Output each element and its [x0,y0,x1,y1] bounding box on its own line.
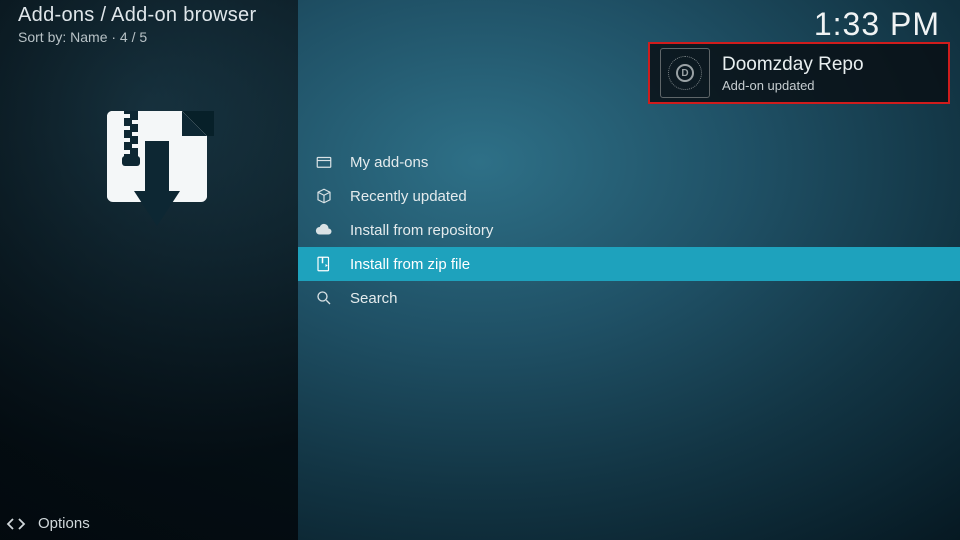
addon-menu: My add-ons Recently updated Install from… [298,145,960,315]
menu-item-label: Search [350,290,398,307]
options-button[interactable]: Options [6,515,90,532]
menu-item-label: My add-ons [350,154,428,171]
box-icon [312,152,336,172]
cloud-icon [312,220,336,240]
menu-item-label: Install from repository [350,222,493,239]
menu-item-my-addons[interactable]: My add-ons [298,145,960,179]
menu-item-recently-updated[interactable]: Recently updated [298,179,960,213]
sort-info: Sort by: Name · 4 / 5 [18,29,256,45]
notification-toast: D Doomzday Repo Add-on updated [648,42,950,104]
zip-icon [312,254,336,274]
menu-item-label: Install from zip file [350,256,470,273]
install-zip-hero-icon [82,106,217,236]
menu-item-label: Recently updated [350,188,467,205]
search-icon [312,288,336,308]
options-label: Options [38,515,90,532]
notification-icon: D [660,48,710,98]
notification-title: Doomzday Repo [722,54,864,76]
notification-message: Add-on updated [722,78,864,93]
sidebar: Add-ons / Add-on browser Sort by: Name ·… [0,0,298,540]
notification-text: Doomzday Repo Add-on updated [722,54,864,93]
menu-item-install-zip[interactable]: Install from zip file [298,247,960,281]
header: Add-ons / Add-on browser Sort by: Name ·… [18,4,256,45]
menu-item-install-repository[interactable]: Install from repository [298,213,960,247]
clock: 1:33 PM [814,6,940,43]
arrows-icon [6,517,26,531]
menu-item-search[interactable]: Search [298,281,960,315]
breadcrumb-title: Add-ons / Add-on browser [18,4,256,27]
package-icon [312,186,336,206]
